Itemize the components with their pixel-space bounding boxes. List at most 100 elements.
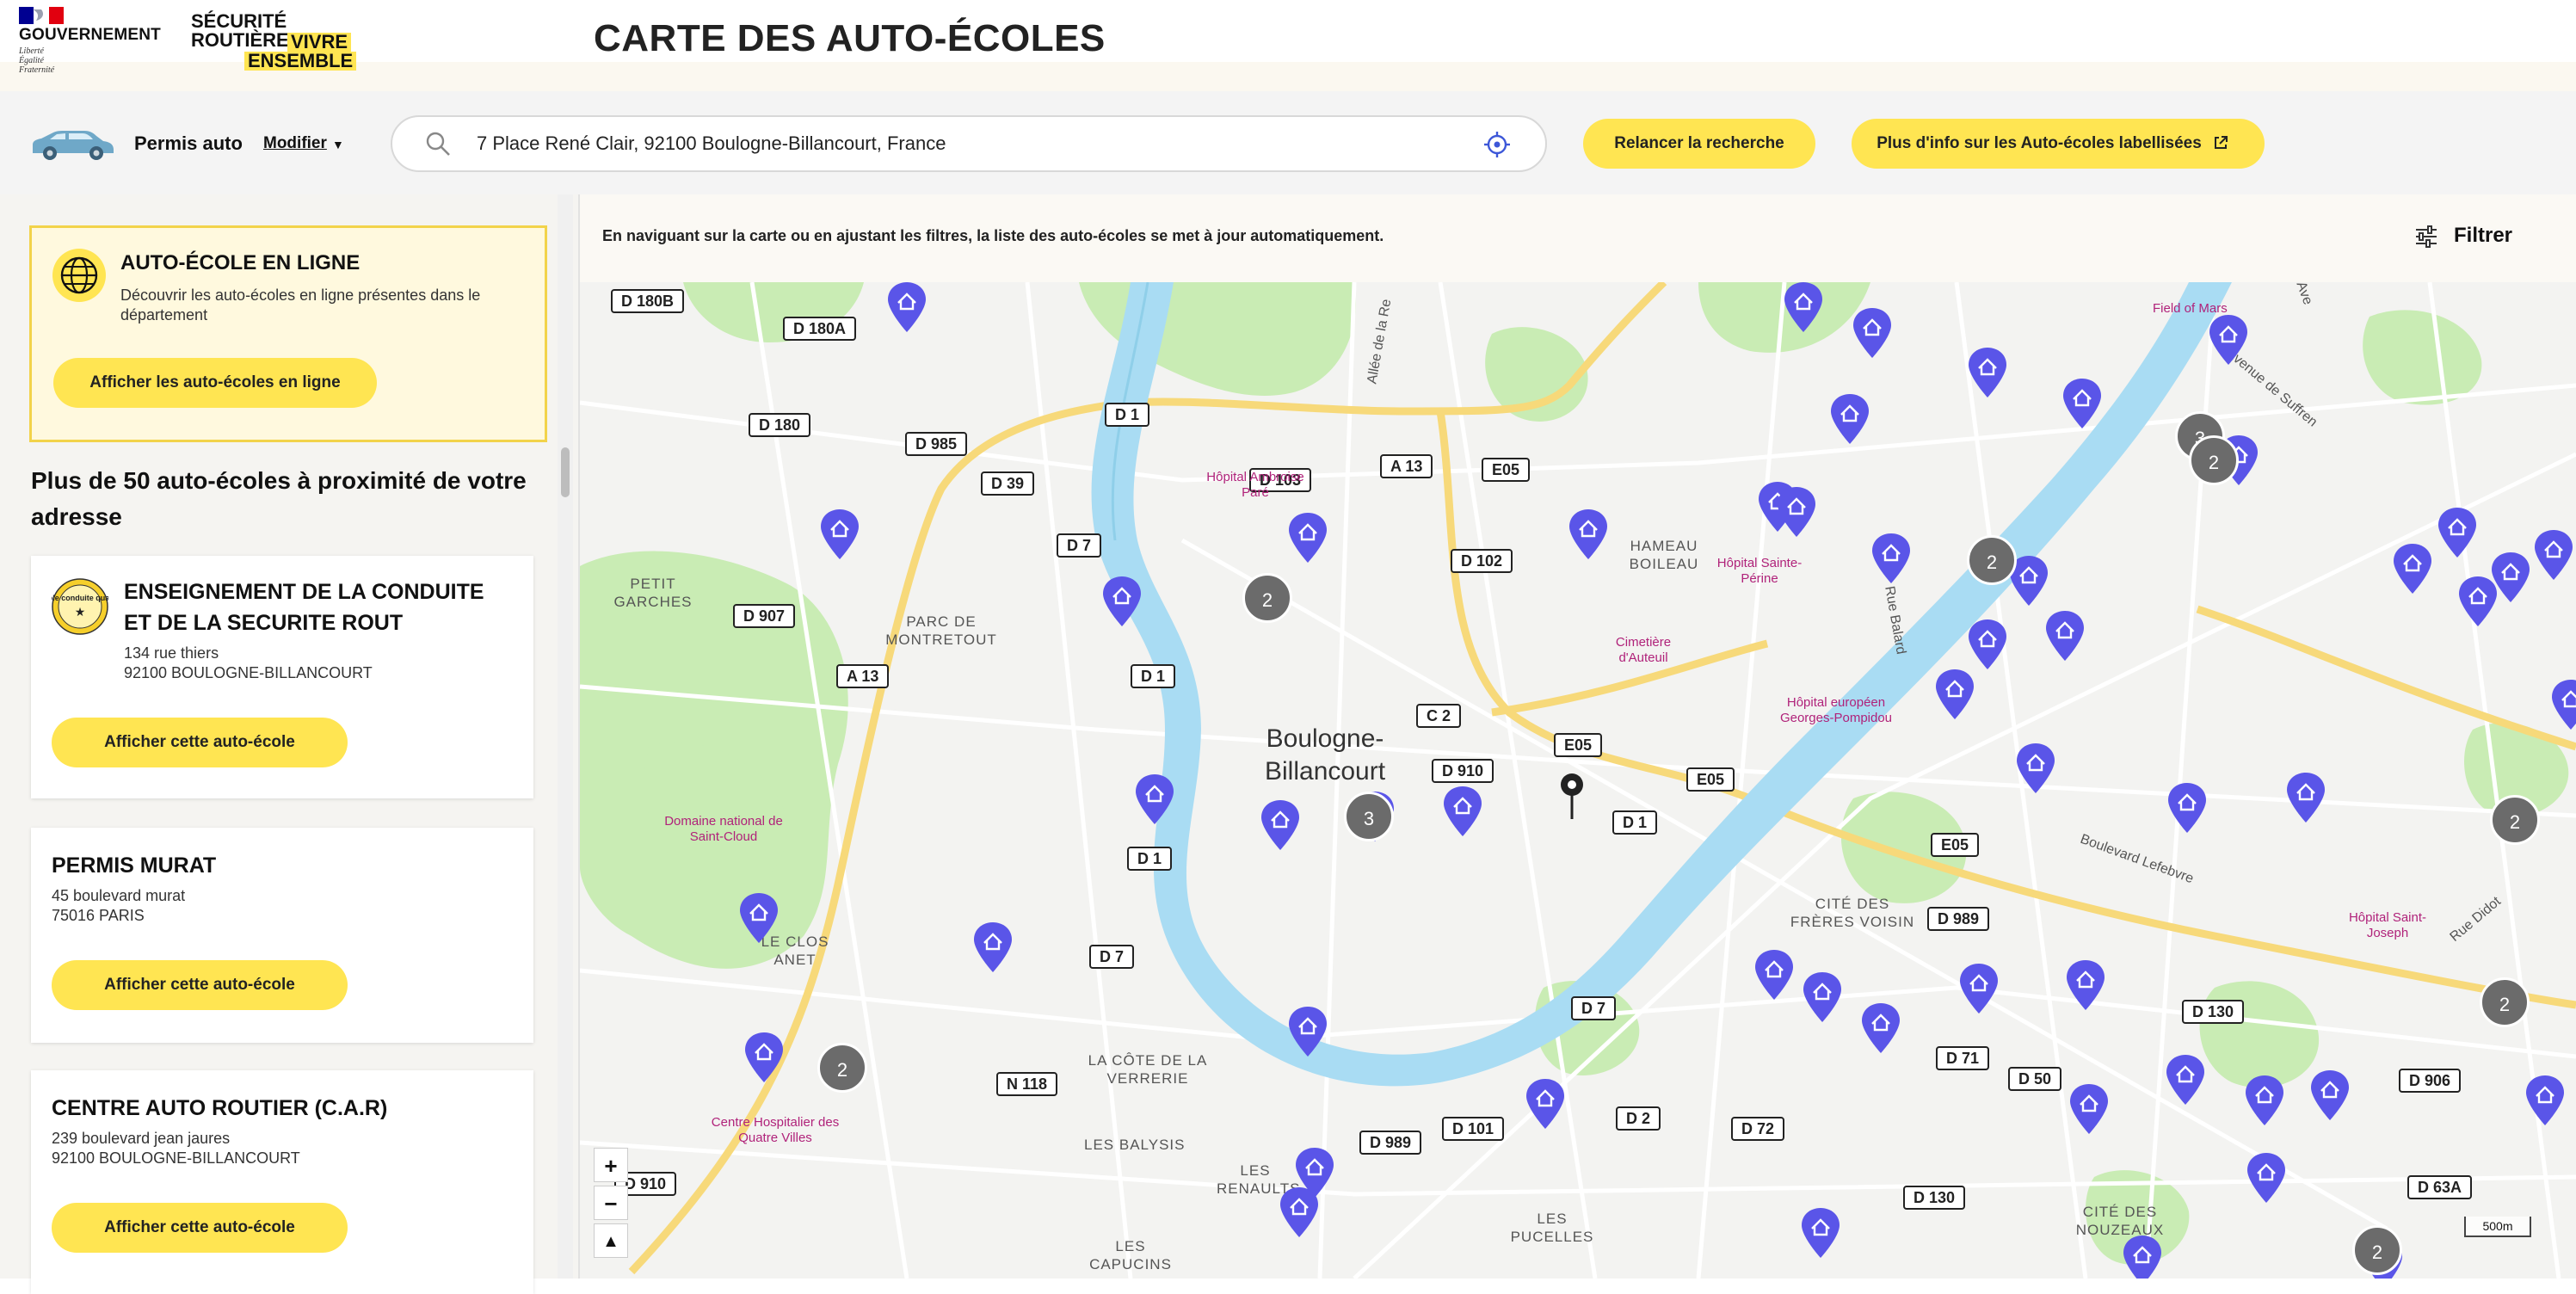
school-marker-icon[interactable] <box>2437 506 2478 559</box>
road-label: D 7 <box>1057 533 1102 558</box>
filter-button[interactable]: Filtrer <box>2454 224 2512 248</box>
cluster-bubble[interactable]: 3 <box>1344 792 1394 841</box>
neighbourhood-label: LES PUCELLES <box>1510 1211 1594 1245</box>
securite-routiere-logo[interactable]: SÉCURITÉ ROUTIÈRE <box>191 12 289 50</box>
school-marker-icon[interactable] <box>2015 742 2056 795</box>
school-marker-icon[interactable] <box>2392 542 2433 595</box>
show-school-button[interactable]: Afficher cette auto-école <box>52 1203 348 1253</box>
school-marker-icon[interactable] <box>1783 282 1824 334</box>
labelled-schools-info-button[interactable]: Plus d'info sur les Auto-écoles labellis… <box>1852 119 2265 169</box>
cluster-bubble[interactable]: 2 <box>2490 795 2540 845</box>
school-marker-icon[interactable] <box>1802 970 1843 1024</box>
school-marker-icon[interactable] <box>1967 618 2008 671</box>
school-marker-icon[interactable] <box>2550 678 2576 731</box>
vivre-ensemble-highlight: VIVRE <box>287 33 352 52</box>
school-marker-icon[interactable] <box>1776 485 1817 539</box>
school-marker-icon[interactable] <box>1829 392 1870 446</box>
cluster-bubble[interactable]: 2 <box>1242 573 1292 623</box>
chevron-down-icon[interactable]: ▼ <box>332 138 344 151</box>
driving-school-city: 75016 PARIS <box>52 907 145 924</box>
school-marker-icon[interactable] <box>1800 1206 1841 1260</box>
map-canvas[interactable]: D 180B D 180A D 180 D 985 D 39 D 1 D 7 D 907 A 1… <box>580 282 2576 1279</box>
geolocate-icon[interactable] <box>1483 131 1511 158</box>
cluster-bubble[interactable]: 2 <box>2189 435 2239 485</box>
school-marker-icon[interactable] <box>819 508 860 561</box>
sidebar-scrollbar[interactable] <box>558 194 573 1279</box>
online-school-title: AUTO-ÉCOLE EN LIGNE <box>120 251 361 274</box>
external-link-icon <box>2215 136 2228 149</box>
sidebar-scroll-thumb[interactable] <box>561 447 570 497</box>
school-marker-icon[interactable] <box>1525 1077 1566 1131</box>
school-marker-icon[interactable] <box>972 921 1014 974</box>
driving-school-city: 92100 BOULOGNE-BILLANCOURT <box>124 664 373 681</box>
school-marker-icon[interactable] <box>1287 1005 1328 1058</box>
cluster-bubble[interactable]: 2 <box>2352 1225 2402 1275</box>
show-school-button[interactable]: Afficher cette auto-école <box>52 960 348 1010</box>
school-marker-icon[interactable] <box>1852 306 1893 360</box>
school-marker-icon[interactable] <box>2165 1053 2206 1106</box>
school-marker-icon[interactable] <box>1279 1186 1320 1239</box>
school-marker-icon[interactable] <box>2244 1074 2285 1127</box>
school-marker-icon[interactable] <box>1568 508 1609 561</box>
road-label: E05 <box>1686 767 1735 792</box>
school-marker-icon[interactable] <box>1870 532 1912 585</box>
school-marker-icon[interactable] <box>738 891 780 945</box>
permis-type-label: Permis auto <box>134 132 243 154</box>
modifier-permis-link[interactable]: Modifier <box>263 134 327 153</box>
header-band <box>0 62 2576 91</box>
road-label: N 118 <box>996 1072 1058 1096</box>
school-marker-icon[interactable] <box>2044 609 2086 662</box>
road-label: D 906 <box>2399 1069 2462 1093</box>
filter-sliders-icon[interactable] <box>2414 225 2438 248</box>
school-marker-icon[interactable] <box>743 1031 785 1084</box>
school-marker-icon[interactable] <box>2166 781 2208 835</box>
school-marker-icon[interactable] <box>2068 1082 2110 1136</box>
search-icon <box>426 132 450 156</box>
poi-label: Domaine national de Saint-Cloud <box>664 814 783 844</box>
gouvernement-label: GOUVERNEMENT <box>19 26 161 44</box>
relaunch-search-button[interactable]: Relancer la recherche <box>1583 119 1815 169</box>
school-marker-icon[interactable] <box>2061 377 2103 430</box>
cluster-bubble[interactable]: 2 <box>1967 535 2017 585</box>
school-marker-icon[interactable] <box>1860 1001 1901 1055</box>
road-label: D 72 <box>1731 1117 1785 1141</box>
show-school-button[interactable]: Afficher cette auto-école <box>52 718 348 767</box>
school-marker-icon[interactable] <box>1287 511 1328 564</box>
show-online-schools-button[interactable]: Afficher les auto-écoles en ligne <box>53 358 377 408</box>
school-marker-icon[interactable] <box>2309 1069 2351 1122</box>
school-marker-icon[interactable] <box>2208 313 2249 367</box>
school-marker-icon[interactable] <box>886 282 927 334</box>
school-marker-icon[interactable] <box>1101 575 1143 628</box>
neighbourhood-label: HAMEAU BOILEAU <box>1629 538 1699 572</box>
school-marker-icon[interactable] <box>1753 948 1795 1001</box>
road-label: D 985 <box>905 432 968 456</box>
page-title: CARTE DES AUTO-ÉCOLES <box>594 17 1106 59</box>
school-marker-icon[interactable] <box>1934 668 1975 721</box>
cluster-bubble[interactable]: 2 <box>817 1043 867 1093</box>
driving-school-name: PERMIS MURAT <box>52 853 217 878</box>
road-label: D 2 <box>1616 1106 1661 1131</box>
zoom-in-button[interactable]: + <box>594 1148 628 1182</box>
school-marker-icon[interactable] <box>1442 785 1483 838</box>
road-label: D 989 <box>1359 1131 1422 1155</box>
zoom-out-button[interactable]: − <box>594 1186 628 1220</box>
school-marker-icon[interactable] <box>1260 798 1301 852</box>
school-marker-icon[interactable] <box>2065 958 2106 1012</box>
road-label: D 989 <box>1927 907 1990 931</box>
school-marker-icon[interactable] <box>2246 1151 2287 1205</box>
school-marker-icon[interactable] <box>2533 528 2574 582</box>
school-marker-icon[interactable] <box>2285 771 2326 824</box>
address-input[interactable] <box>475 127 1468 160</box>
cluster-bubble[interactable]: 2 <box>2480 977 2530 1027</box>
road-label: D 39 <box>981 471 1035 496</box>
compass-icon[interactable]: ▲ <box>594 1223 628 1258</box>
school-marker-icon[interactable] <box>2490 551 2531 604</box>
school-marker-icon[interactable] <box>1134 773 1175 826</box>
school-marker-icon[interactable] <box>1958 962 2000 1015</box>
school-marker-icon[interactable] <box>2122 1234 2163 1279</box>
school-marker-icon[interactable] <box>2524 1074 2566 1127</box>
school-marker-icon[interactable] <box>1967 346 2008 399</box>
road-label: D 7 <box>1089 945 1135 969</box>
driving-school-street: 45 boulevard murat <box>52 887 186 904</box>
road-label: D 1 <box>1131 664 1176 688</box>
